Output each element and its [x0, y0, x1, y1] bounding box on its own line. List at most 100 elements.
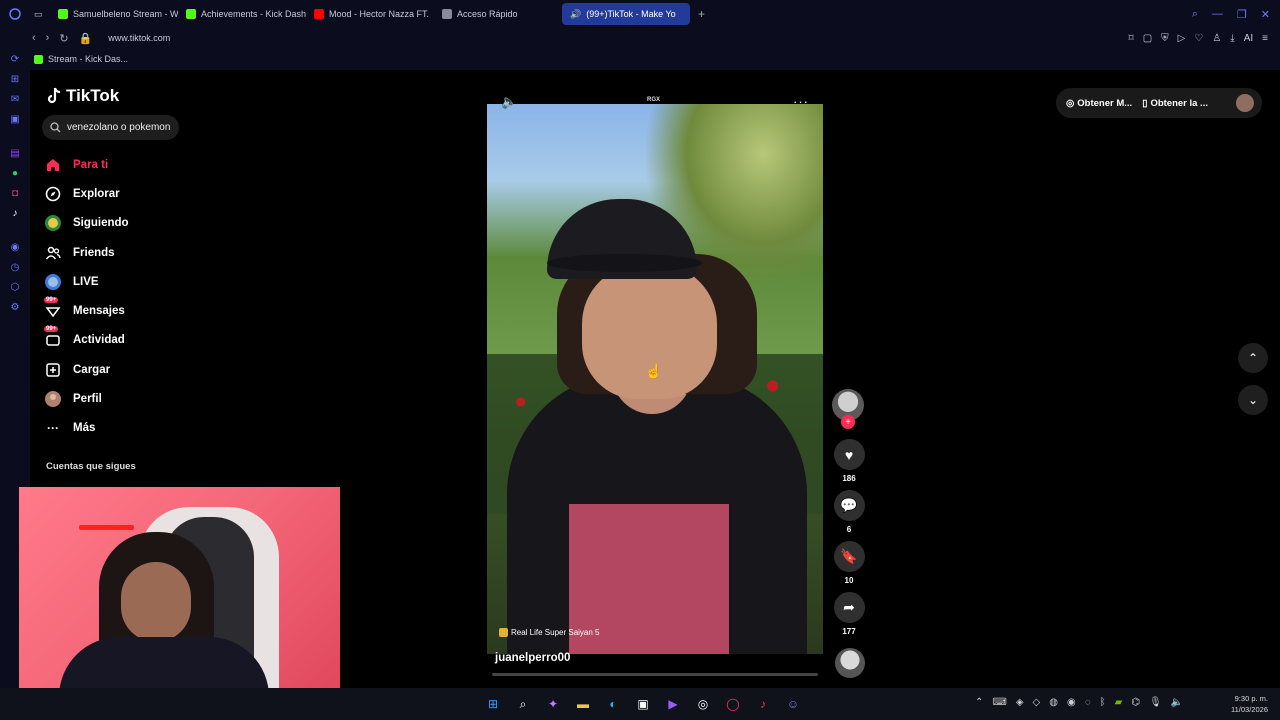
- tray-app-icon[interactable]: ◇: [1033, 697, 1041, 708]
- close-icon[interactable]: ✕: [1261, 8, 1270, 21]
- tray-app-icon[interactable]: ⌨: [992, 697, 1006, 708]
- nav-explorar[interactable]: Explorar: [44, 179, 184, 208]
- share-icon[interactable]: ➦: [833, 592, 865, 623]
- more-icon: ···: [47, 421, 59, 436]
- back-icon[interactable]: ‹: [32, 32, 36, 44]
- tab-5-active[interactable]: 🔊 (99+)TikTok - Make Yo: [562, 3, 690, 25]
- nvidia-icon[interactable]: ▰: [1115, 697, 1123, 708]
- nav-mensajes[interactable]: 99+ Mensajes: [44, 296, 184, 325]
- discord-icon[interactable]: ☺: [784, 695, 802, 713]
- player-icon[interactable]: ◉: [11, 242, 20, 253]
- bookmark-item[interactable]: Stream - Kick Das...: [48, 54, 128, 64]
- microphone-icon[interactable]: 🎙: [1149, 697, 1162, 708]
- taskbar-clock[interactable]: 9:30 p. m. 11/03/2026: [1231, 693, 1268, 715]
- music-tag[interactable]: Real Life Super Saiyan 5: [499, 628, 600, 637]
- store-icon[interactable]: ▣: [634, 695, 652, 713]
- browser-tab-bar: ▭ Samuelbeleno Stream - W Achievements -…: [0, 0, 1280, 28]
- play-icon[interactable]: ▷: [1178, 33, 1186, 44]
- tray-app-icon[interactable]: ◈: [1016, 697, 1024, 708]
- settings-icon[interactable]: ⚙: [11, 302, 20, 313]
- network-icon[interactable]: ⌬: [1131, 697, 1140, 708]
- more-options-icon[interactable]: ···: [793, 94, 809, 109]
- chevron-up-icon[interactable]: ⌃: [1238, 343, 1268, 373]
- get-coins-button[interactable]: ◎ Obtener M...: [1066, 98, 1132, 109]
- nav-mas[interactable]: ··· Más: [44, 414, 184, 443]
- tiktok-app-icon[interactable]: ♪: [754, 695, 772, 713]
- creator-avatar[interactable]: +: [832, 389, 864, 429]
- opera-gx-icon[interactable]: ◯: [724, 695, 742, 713]
- chrome-icon[interactable]: ◎: [694, 695, 712, 713]
- account-icon[interactable]: ♙: [1212, 33, 1221, 44]
- tiktok-logo[interactable]: TikTok: [46, 86, 119, 106]
- extensions-icon[interactable]: ⬡: [11, 282, 20, 293]
- copilot-icon[interactable]: ✦: [544, 695, 562, 713]
- save-action[interactable]: 🔖 10: [832, 541, 866, 586]
- bookmark-icon[interactable]: 🔖: [833, 541, 865, 572]
- follow-plus-icon[interactable]: +: [841, 415, 855, 429]
- tab-3[interactable]: Mood - Hector Nazza FT.: [306, 3, 434, 25]
- aria-icon[interactable]: ▣: [10, 114, 19, 125]
- chevron-up-icon[interactable]: ⌃: [975, 697, 983, 708]
- edge-icon[interactable]: ◐: [604, 695, 622, 713]
- nav-live[interactable]: LIVE: [44, 267, 184, 296]
- video-editor-icon[interactable]: ▶: [664, 695, 682, 713]
- tab-4[interactable]: Acceso Rápido: [434, 3, 562, 25]
- menu-icon[interactable]: ≡: [1262, 33, 1268, 44]
- shield-icon[interactable]: ⛨: [1161, 33, 1169, 44]
- ai-button[interactable]: AI: [1244, 33, 1253, 44]
- share-count: 177: [842, 627, 856, 636]
- crypto-wallet-icon[interactable]: ⊞: [11, 74, 19, 85]
- nav-actividad[interactable]: 99+ Actividad: [44, 326, 184, 355]
- nav-para-ti[interactable]: Para ti: [44, 150, 184, 179]
- kick-icon: [58, 9, 68, 19]
- history-icon[interactable]: ◷: [11, 262, 20, 273]
- tray-app-icon[interactable]: ◌: [1085, 697, 1091, 708]
- forward-icon[interactable]: ›: [46, 32, 50, 44]
- tiktok-icon[interactable]: ♪: [13, 208, 18, 219]
- instagram-icon[interactable]: ◘: [12, 188, 18, 199]
- bookmark-icon[interactable]: ⌑: [1129, 33, 1134, 44]
- download-icon[interactable]: ⤓: [1230, 33, 1234, 44]
- chevron-down-icon[interactable]: ⌄: [1238, 385, 1268, 415]
- search-icon[interactable]: ⌕: [1192, 8, 1198, 21]
- like-action[interactable]: ♥ 186: [832, 439, 866, 484]
- search-input[interactable]: venezolano o pokemon: [42, 115, 179, 140]
- bluetooth-icon[interactable]: ᛒ: [1100, 697, 1106, 708]
- new-tab-button[interactable]: +: [690, 7, 713, 21]
- comment-icon[interactable]: 💬: [833, 490, 865, 521]
- music-disc-avatar[interactable]: [835, 648, 865, 678]
- maximize-icon[interactable]: ❐: [1237, 8, 1247, 21]
- nav-siguiendo[interactable]: Siguiendo: [44, 209, 184, 238]
- file-explorer-icon[interactable]: ▬: [574, 695, 592, 713]
- share-action[interactable]: ➦ 177: [832, 592, 866, 637]
- minimize-icon[interactable]: —: [1212, 8, 1223, 21]
- video-author[interactable]: juanelperro00: [495, 652, 570, 664]
- heart-icon[interactable]: ♥: [833, 439, 865, 470]
- tray-app-icon[interactable]: ◉: [1067, 697, 1076, 708]
- sync-icon[interactable]: ⟳: [11, 54, 19, 65]
- video-progress-bar[interactable]: [492, 673, 818, 676]
- nav-friends[interactable]: Friends: [44, 238, 184, 267]
- heart-icon[interactable]: ♡: [1194, 33, 1203, 44]
- volume-icon[interactable]: 🔈: [501, 94, 517, 110]
- nav-perfil[interactable]: Perfil: [44, 384, 184, 413]
- url-field[interactable]: www.tiktok.com: [108, 33, 170, 43]
- twitch-icon[interactable]: ▤: [10, 148, 19, 159]
- tab-workspaces-icon[interactable]: ▭: [30, 3, 50, 25]
- snapshot-icon[interactable]: ▢: [1143, 33, 1152, 44]
- user-avatar[interactable]: [1236, 94, 1254, 112]
- reload-icon[interactable]: ↻: [59, 32, 68, 45]
- tab-2[interactable]: Achievements - Kick Dash: [178, 3, 306, 25]
- search-icon[interactable]: ⌕: [514, 695, 532, 713]
- tab-1[interactable]: Samuelbeleno Stream - W: [50, 3, 178, 25]
- windows-start-icon[interactable]: ⊞: [484, 695, 502, 713]
- opera-logo-icon[interactable]: [0, 8, 30, 20]
- webcam-face: [121, 562, 191, 642]
- messenger-icon[interactable]: ✉: [11, 94, 19, 105]
- steam-icon[interactable]: ◍: [1049, 697, 1058, 708]
- volume-icon[interactable]: 🔈: [1171, 697, 1183, 708]
- whatsapp-icon[interactable]: ●: [12, 168, 18, 179]
- comment-action[interactable]: 💬 6: [832, 490, 866, 535]
- nav-cargar[interactable]: Cargar: [44, 355, 184, 384]
- get-app-button[interactable]: ▯ Obtener la ...: [1142, 98, 1208, 109]
